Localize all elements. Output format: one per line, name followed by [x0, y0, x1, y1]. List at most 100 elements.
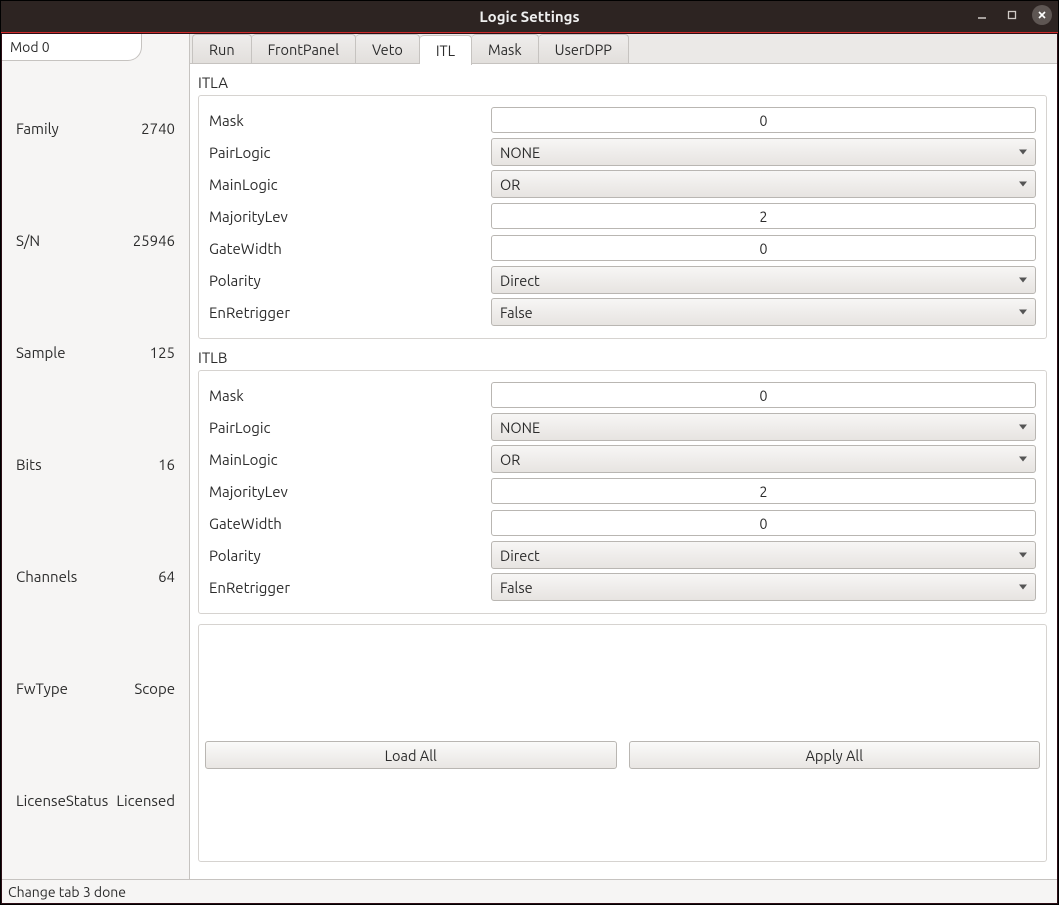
itlb-polarity-row: Polarity Direct: [209, 539, 1036, 571]
info-row-sample: Sample 125: [2, 316, 189, 428]
tab-veto[interactable]: Veto: [356, 34, 420, 63]
window-title: Logic Settings: [1, 8, 1058, 25]
info-row-channels: Channels 64: [2, 540, 189, 652]
tab-label: FrontPanel: [268, 41, 339, 58]
itlb-mainlogic-row: MainLogic OR: [209, 443, 1036, 475]
select-value: NONE: [500, 419, 540, 436]
itla-polarity-label: Polarity: [209, 272, 491, 289]
itla-pairlogic-row: PairLogic NONE: [209, 136, 1036, 168]
itlb-mainlogic-select[interactable]: OR: [491, 445, 1036, 473]
info-value: Licensed: [116, 792, 175, 809]
info-key: Family: [16, 120, 59, 137]
app-window: Logic Settings Mod 0: [0, 0, 1059, 905]
itlb-gatewidth-input[interactable]: [491, 510, 1036, 536]
titlebar: Logic Settings: [1, 1, 1058, 33]
info-key: S/N: [16, 232, 40, 249]
itlb-gatewidth-row: GateWidth: [209, 507, 1036, 539]
itlb-pairlogic-label: PairLogic: [209, 419, 491, 436]
itla-majoritylev-label: MajorityLev: [209, 208, 491, 225]
tab-label: Mask: [488, 41, 522, 58]
tab-itl[interactable]: ITL: [420, 35, 472, 65]
itla-majoritylev-input[interactable]: [491, 203, 1036, 229]
info-value: 16: [158, 456, 175, 473]
module-info: Family 2740 S/N 25946 Sample 125 Bits 16: [2, 62, 189, 879]
tab-label: Veto: [372, 41, 403, 58]
tab-run[interactable]: Run: [192, 34, 252, 63]
itla-mask-label: Mask: [209, 112, 491, 129]
status-text: Change tab 3 done: [8, 884, 126, 900]
itlb-gatewidth-label: GateWidth: [209, 515, 491, 532]
button-label: Load All: [385, 747, 437, 764]
close-button[interactable]: [1032, 5, 1052, 25]
info-value: 25946: [133, 232, 175, 249]
tab-mask[interactable]: Mask: [472, 34, 539, 63]
itlb-majoritylev-input[interactable]: [491, 478, 1036, 504]
sidebar: Mod 0 Family 2740 S/N 25946 Sample 125: [2, 34, 190, 879]
info-row-fwtype: FwType Scope: [2, 652, 189, 764]
itla-mainlogic-row: MainLogic OR: [209, 168, 1036, 200]
info-key: Sample: [16, 344, 66, 361]
chevron-down-icon: [1019, 278, 1027, 283]
info-row-family: Family 2740: [2, 92, 189, 204]
info-value: Scope: [134, 680, 175, 697]
itla-enretrigger-select[interactable]: False: [491, 298, 1036, 326]
itla-gatewidth-input[interactable]: [491, 235, 1036, 261]
tab-frontpanel[interactable]: FrontPanel: [252, 34, 356, 63]
itla-gatewidth-row: GateWidth: [209, 232, 1036, 264]
itlb-mask-input[interactable]: [491, 382, 1036, 408]
tab-label: Run: [209, 41, 235, 58]
chevron-down-icon: [1019, 425, 1027, 430]
itla-pairlogic-select[interactable]: NONE: [491, 138, 1036, 166]
module-tab[interactable]: Mod 0: [2, 34, 142, 61]
tab-label: ITL: [436, 42, 455, 59]
tabs: Run FrontPanel Veto ITL Mask UserDPP: [190, 34, 1057, 64]
itlb-polarity-label: Polarity: [209, 547, 491, 564]
select-value: Direct: [500, 272, 540, 289]
itlb-enretrigger-label: EnRetrigger: [209, 579, 491, 596]
info-key: Channels: [16, 568, 77, 585]
itla-mainlogic-select[interactable]: OR: [491, 170, 1036, 198]
minimize-button[interactable]: [972, 5, 992, 25]
itlb-enretrigger-row: EnRetrigger False: [209, 571, 1036, 603]
select-value: False: [500, 579, 533, 596]
itla-group: Mask PairLogic NONE MainLogic OR Majo: [198, 95, 1047, 339]
itla-polarity-select[interactable]: Direct: [491, 266, 1036, 294]
chevron-down-icon: [1019, 553, 1027, 558]
itla-mask-input[interactable]: [491, 107, 1036, 133]
load-all-button[interactable]: Load All: [205, 741, 617, 769]
maximize-button[interactable]: [1002, 5, 1022, 25]
select-value: OR: [500, 176, 520, 193]
select-value: Direct: [500, 547, 540, 564]
info-value: 64: [158, 568, 175, 585]
itlb-title: ITLB: [198, 349, 1047, 366]
itlb-enretrigger-select[interactable]: False: [491, 573, 1036, 601]
itlb-majoritylev-row: MajorityLev: [209, 475, 1036, 507]
info-value: 2740: [141, 120, 175, 137]
itla-majoritylev-row: MajorityLev: [209, 200, 1036, 232]
tab-userdpp[interactable]: UserDPP: [539, 34, 629, 63]
itla-polarity-row: Polarity Direct: [209, 264, 1036, 296]
itla-title: ITLA: [198, 74, 1047, 91]
itlb-pairlogic-select[interactable]: NONE: [491, 413, 1036, 441]
itlb-mainlogic-label: MainLogic: [209, 451, 491, 468]
itla-pairlogic-label: PairLogic: [209, 144, 491, 161]
select-value: False: [500, 304, 533, 321]
tab-label: UserDPP: [555, 41, 612, 58]
info-key: LicenseStatus: [16, 792, 108, 809]
info-row-bits: Bits 16: [2, 428, 189, 540]
select-value: NONE: [500, 144, 540, 161]
apply-all-button[interactable]: Apply All: [629, 741, 1041, 769]
client-area: Mod 0 Family 2740 S/N 25946 Sample 125: [2, 34, 1057, 903]
info-key: Bits: [16, 456, 42, 473]
tab-body: ITLA Mask PairLogic NONE MainLogic OR: [190, 64, 1057, 879]
button-row: Load All Apply All: [205, 741, 1040, 769]
status-bar: Change tab 3 done: [2, 879, 1057, 903]
info-key: FwType: [16, 680, 68, 697]
info-value: 125: [150, 344, 175, 361]
itlb-polarity-select[interactable]: Direct: [491, 541, 1036, 569]
info-row-sn: S/N 25946: [2, 204, 189, 316]
select-value: OR: [500, 451, 520, 468]
itla-mask-row: Mask: [209, 104, 1036, 136]
chevron-down-icon: [1019, 182, 1027, 187]
chevron-down-icon: [1019, 150, 1027, 155]
